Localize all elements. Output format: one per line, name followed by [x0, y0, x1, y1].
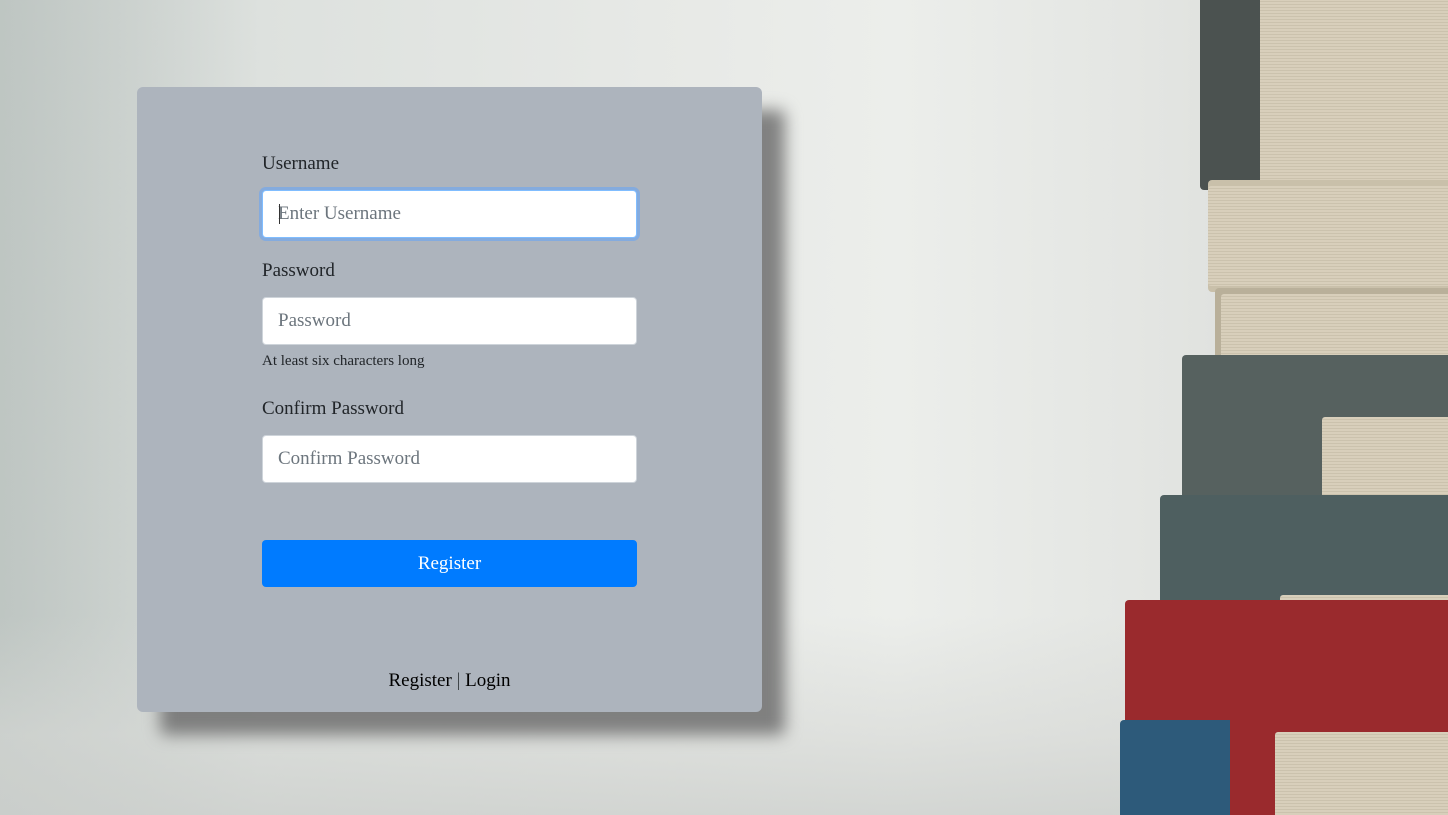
password-hint: At least six characters long	[262, 353, 425, 369]
book	[1208, 180, 1448, 292]
register-link[interactable]: Register	[388, 670, 451, 691]
book	[1120, 720, 1230, 815]
book	[1200, 0, 1448, 190]
register-button[interactable]: Register	[262, 540, 637, 587]
password-input[interactable]	[262, 297, 637, 345]
text-caret	[279, 204, 280, 224]
confirm-password-input[interactable]	[262, 435, 637, 483]
login-link[interactable]: Login	[465, 670, 510, 691]
link-separator: |	[456, 670, 461, 691]
username-label: Username	[262, 153, 340, 174]
confirm-password-label: Confirm Password	[262, 398, 404, 419]
register-card: Username Password At least six character…	[137, 87, 762, 712]
book-stack-image	[1120, 0, 1448, 815]
auth-links: Register | Login	[137, 670, 762, 692]
password-label: Password	[262, 260, 335, 281]
username-input[interactable]	[262, 190, 637, 238]
